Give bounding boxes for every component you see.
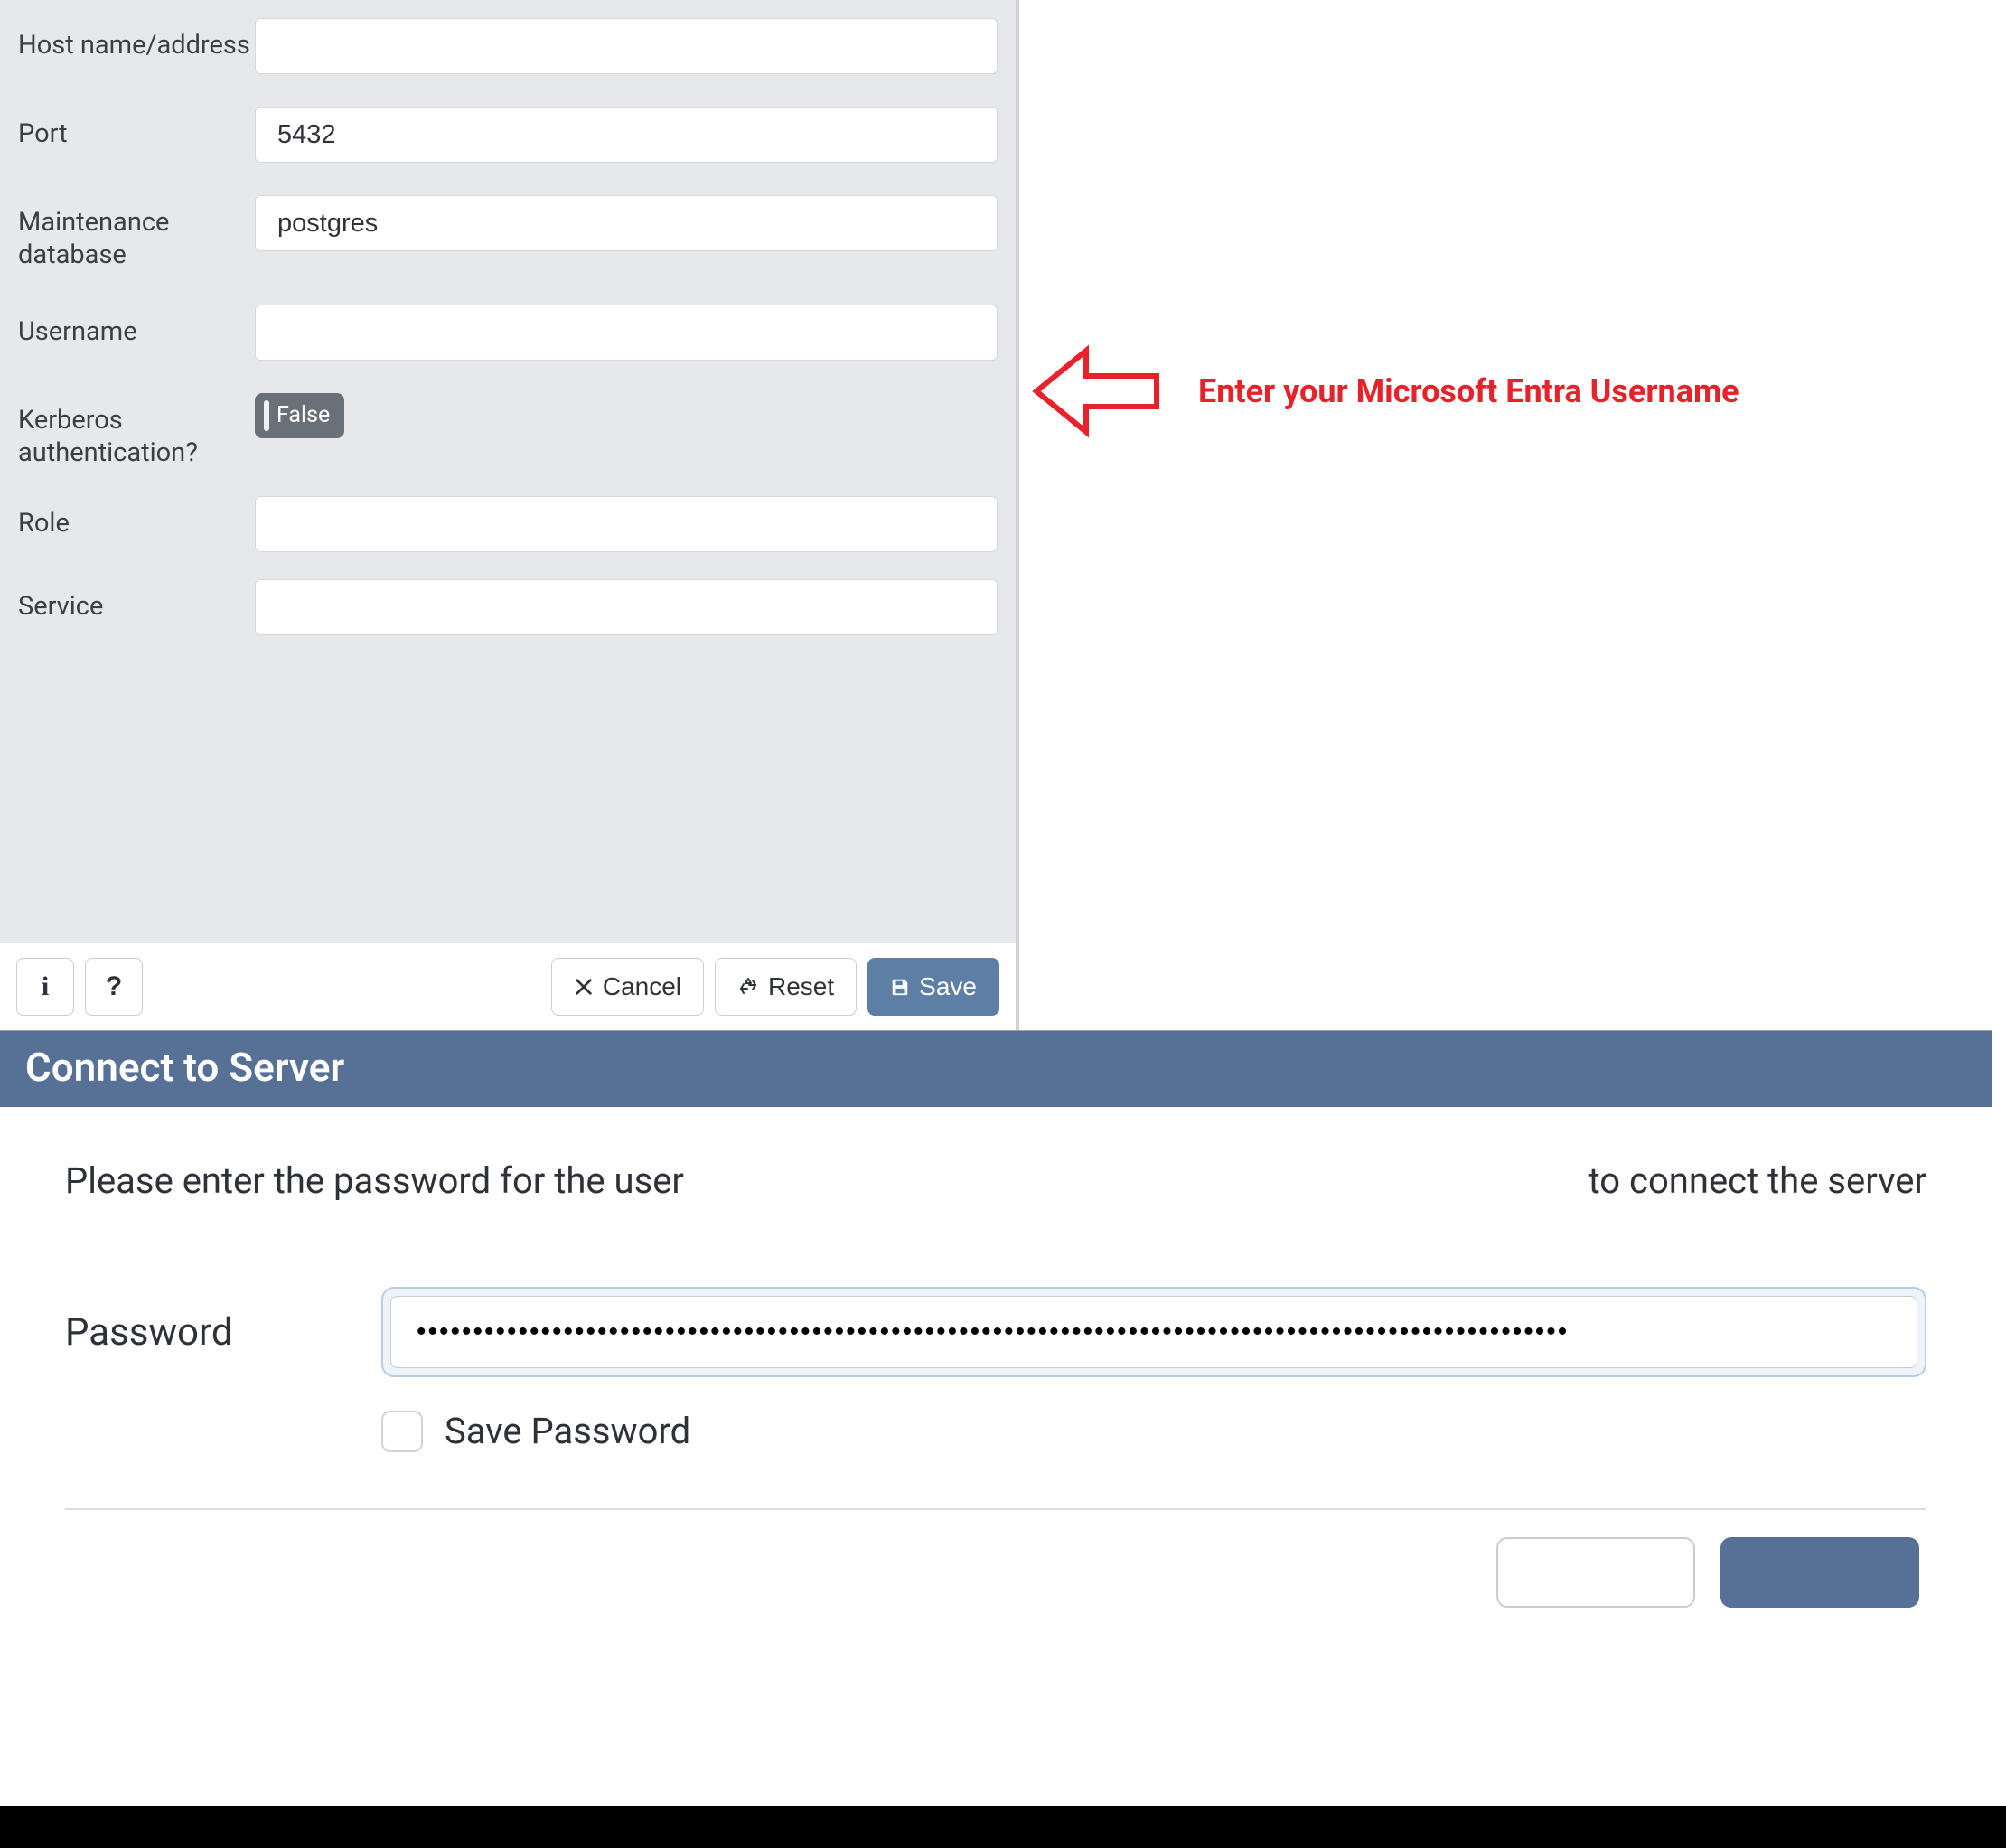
role-input[interactable] [255,496,998,552]
connect-dialog-footer [65,1537,1926,1608]
prompt-before: Please enter the password for the user [65,1159,684,1202]
host-input[interactable] [255,18,998,74]
password-prompt: Please enter the password for the user t… [65,1159,1926,1202]
server-connection-form: Host name/address Port Maintenance datab… [0,0,1019,1030]
save-password-label: Save Password [445,1410,690,1452]
toggle-knob-icon [264,400,269,431]
port-row: Port [18,107,998,163]
maintenance-db-input[interactable] [255,195,998,251]
username-row: Username [18,305,998,361]
prompt-after: to connect the server [1589,1159,1926,1202]
role-row: Role [18,496,998,552]
cancel-button[interactable]: Cancel [551,958,704,1016]
annotation-text: Enter your Microsoft Entra Username [1198,372,1739,410]
close-icon [574,977,594,997]
password-focus-ring [381,1287,1926,1377]
save-password-checkbox[interactable] [381,1411,423,1452]
host-row: Host name/address [18,18,998,74]
info-button[interactable]: i [16,958,74,1016]
port-input[interactable] [255,107,998,163]
save-password-row: Save Password [381,1410,1926,1452]
username-input[interactable] [255,305,998,361]
connection-fields: Host name/address Port Maintenance datab… [0,0,1016,635]
connect-cancel-button[interactable] [1496,1537,1695,1608]
annotation: Enter your Microsoft Entra Username [1032,342,1739,441]
password-label: Password [65,1310,381,1355]
password-row: Password [65,1287,1926,1377]
info-icon: i [42,971,49,1002]
prompt-username-gap [684,1159,1589,1202]
help-button[interactable]: ? [85,958,143,1016]
reset-label: Reset [768,972,834,1001]
save-button[interactable]: Save [867,958,999,1016]
service-label: Service [18,579,255,623]
kerberos-value: False [277,402,330,428]
recycle-icon [737,976,759,998]
service-input[interactable] [255,579,998,635]
help-icon: ? [106,971,122,1002]
save-icon [890,977,910,997]
port-label: Port [18,107,255,150]
connect-dialog-title: Connect to Server [0,1031,1992,1107]
role-label: Role [18,496,255,539]
reset-button[interactable]: Reset [715,958,857,1016]
left-arrow-icon [1032,342,1167,441]
host-label: Host name/address [18,18,255,61]
cancel-label: Cancel [603,972,681,1001]
bottom-crop-bar [0,1806,2006,1848]
dialog-divider [65,1508,1926,1510]
kerberos-toggle[interactable]: False [255,393,344,438]
username-label: Username [18,305,255,348]
maintenance-db-row: Maintenance database [18,195,998,272]
password-input[interactable] [390,1296,1917,1368]
form-footer: i ? Cancel Reset [0,943,1016,1030]
connect-ok-button[interactable] [1720,1537,1919,1608]
kerberos-row: Kerberos authentication? False [18,393,998,470]
connect-dialog-body: Please enter the password for the user t… [0,1107,1992,1647]
kerberos-label: Kerberos authentication? [18,393,255,470]
save-label: Save [919,972,977,1001]
service-row: Service [18,579,998,635]
maintenance-db-label: Maintenance database [18,195,255,272]
connect-to-server-dialog: Connect to Server Please enter the passw… [0,1030,1992,1647]
